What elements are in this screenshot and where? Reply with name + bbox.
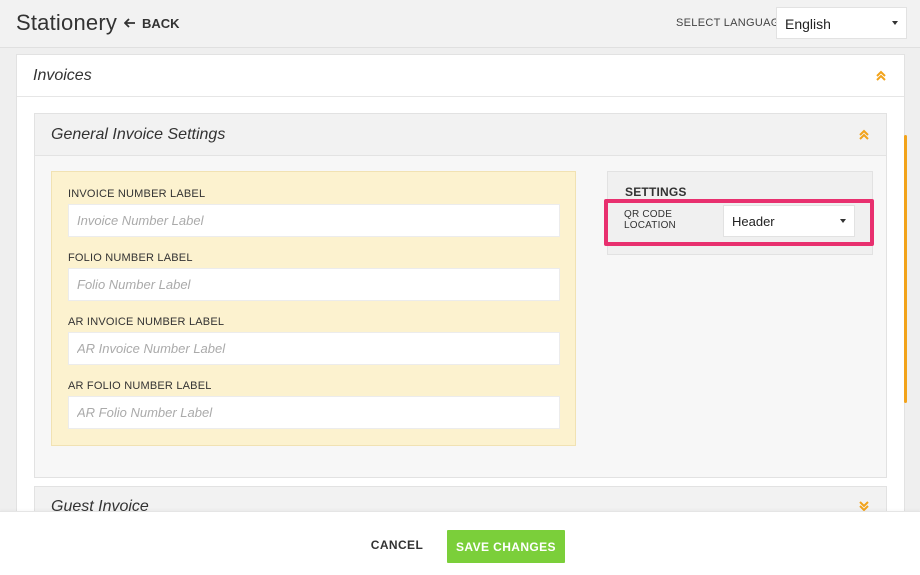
- qr-code-location-select[interactable]: Header: [723, 205, 855, 237]
- folio-number-label-caption: FOLIO NUMBER LABEL: [68, 252, 193, 264]
- invoices-panel: Invoices General Invoice Settings INVOIC…: [16, 54, 905, 526]
- language-label: SELECT LANGUAGE: [676, 17, 788, 29]
- chevron-double-up-icon[interactable]: [858, 129, 870, 141]
- caret-down-icon: [892, 21, 898, 25]
- caret-down-icon: [840, 219, 846, 223]
- arrow-left-icon: [123, 16, 136, 31]
- general-invoice-settings-panel: General Invoice Settings INVOICE NUMBER …: [34, 113, 887, 478]
- footer-bar: CANCEL SAVE CHANGES: [0, 511, 920, 575]
- ar-invoice-number-label-input[interactable]: [68, 332, 560, 365]
- cancel-button[interactable]: CANCEL: [362, 528, 432, 562]
- number-labels-box: INVOICE NUMBER LABEL FOLIO NUMBER LABEL …: [51, 171, 576, 446]
- general-invoice-settings-header[interactable]: General Invoice Settings: [35, 114, 886, 156]
- language-value: English: [785, 16, 831, 32]
- general-invoice-settings-title: General Invoice Settings: [51, 126, 226, 143]
- save-changes-button[interactable]: SAVE CHANGES: [447, 530, 565, 563]
- qr-code-location-label: QR CODE LOCATION: [624, 209, 676, 231]
- ar-invoice-number-label-caption: AR INVOICE NUMBER LABEL: [68, 316, 225, 328]
- back-label: BACK: [142, 16, 180, 31]
- folio-number-label-input[interactable]: [68, 268, 560, 301]
- chevron-double-up-icon[interactable]: [875, 70, 887, 82]
- invoices-panel-title: Invoices: [33, 67, 92, 84]
- qr-code-location-value: Header: [732, 214, 775, 229]
- settings-title: SETTINGS: [625, 185, 687, 199]
- ar-folio-number-label-caption: AR FOLIO NUMBER LABEL: [68, 380, 212, 392]
- top-bar: Stationery BACK SELECT LANGUAGE English: [0, 0, 920, 48]
- language-select[interactable]: English: [776, 7, 907, 39]
- invoices-panel-header[interactable]: Invoices: [17, 55, 904, 97]
- scrollbar[interactable]: [904, 135, 907, 403]
- invoice-number-label-caption: INVOICE NUMBER LABEL: [68, 188, 206, 200]
- page-title: Stationery: [16, 10, 118, 35]
- ar-folio-number-label-input[interactable]: [68, 396, 560, 429]
- invoice-number-label-input[interactable]: [68, 204, 560, 237]
- back-button[interactable]: BACK: [123, 16, 180, 31]
